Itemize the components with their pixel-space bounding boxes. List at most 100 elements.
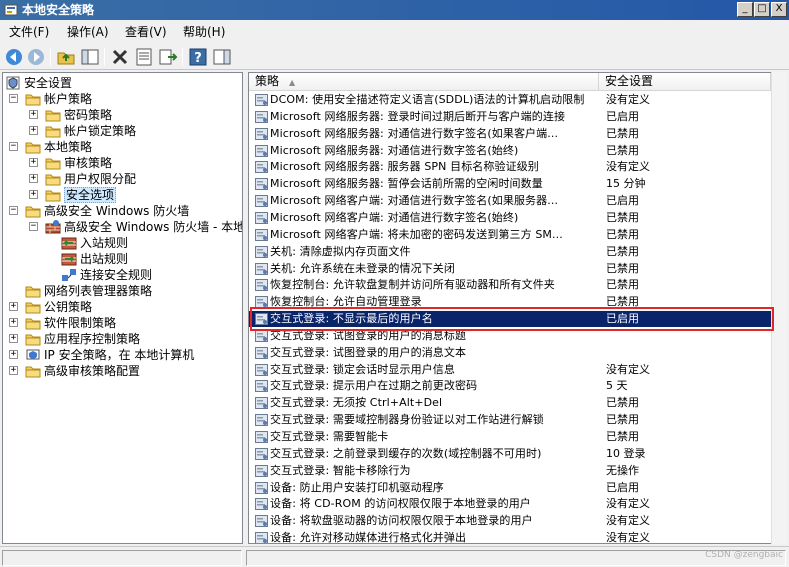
policy-row[interactable]: 设备: 允许对移动媒体进行格式化并弹出 没有定义	[249, 530, 786, 543]
column-header-setting[interactable]: 安全设置	[599, 73, 771, 91]
expand-icon[interactable]: +	[9, 334, 18, 343]
close-button[interactable]: X	[771, 2, 787, 17]
expand-icon[interactable]: +	[29, 110, 38, 119]
policy-row[interactable]: Microsoft 网络服务器: 暂停会话前所需的空闲时间数量 15 分钟	[249, 176, 786, 192]
tree-item[interactable]: + 高级审核策略配置	[3, 363, 242, 379]
help-icon[interactable]: ?	[188, 47, 208, 67]
policy-setting: 已禁用	[606, 413, 639, 427]
tree-item[interactable]: + 帐户锁定策略	[3, 123, 242, 139]
policy-icon	[255, 279, 268, 292]
policy-row[interactable]: 交互式登录: 需要域控制器身份验证以对工作站进行解锁 已禁用	[249, 412, 786, 428]
policy-name: 交互式登录: 试图登录的用户的消息标题	[270, 328, 467, 342]
policy-row[interactable]: 交互式登录: 提示用户在过期之前更改密码 5 天	[249, 378, 786, 394]
policy-row[interactable]: Microsoft 网络客户端: 对通信进行数字签名(始终) 已禁用	[249, 210, 786, 226]
collapse-icon[interactable]: −	[29, 222, 38, 231]
policy-row[interactable]: 设备: 将 CD-ROM 的访问权限仅限于本地登录的用户 没有定义	[249, 496, 786, 512]
properties-icon[interactable]	[134, 47, 154, 67]
maximize-button[interactable]: □	[754, 2, 770, 17]
tree-item[interactable]: + 公钥策略	[3, 299, 242, 315]
policy-setting: 已启用	[606, 312, 639, 326]
forward-arrow-icon[interactable]	[26, 47, 46, 67]
folder-icon	[25, 302, 41, 314]
policy-row[interactable]: 交互式登录: 智能卡移除行为 无操作	[249, 463, 786, 479]
policy-row[interactable]: 关机: 清除虚拟内存页面文件 已禁用	[249, 244, 786, 260]
tree-item[interactable]: − 帐户策略	[3, 91, 242, 107]
policy-row[interactable]: 交互式登录: 试图登录的用户的消息标题	[249, 328, 786, 344]
collapse-icon[interactable]: −	[9, 94, 18, 103]
tree-item[interactable]: 安全设置	[3, 75, 242, 91]
up-folder-icon[interactable]	[56, 47, 76, 67]
policy-row[interactable]: Microsoft 网络客户端: 将未加密的密码发送到第三方 SM... 已禁用	[249, 227, 786, 243]
tree-item[interactable]: + 应用程序控制策略	[3, 331, 242, 347]
policy-row[interactable]: 交互式登录: 无须按 Ctrl+Alt+Del 已禁用	[249, 395, 786, 411]
policy-row[interactable]: 交互式登录: 试图登录的用户的消息文本	[249, 345, 786, 361]
tree-item[interactable]: − 高级安全 Windows 防火墙 - 本地	[3, 219, 242, 235]
policy-row[interactable]: Microsoft 网络服务器: 对通信进行数字签名(如果客户端... 已禁用	[249, 126, 786, 142]
tree-item[interactable]: + 密码策略	[3, 107, 242, 123]
policy-row[interactable]: 关机: 允许系统在未登录的情况下关闭 已禁用	[249, 261, 786, 277]
expand-icon[interactable]: +	[9, 366, 18, 375]
expand-icon[interactable]: +	[9, 318, 18, 327]
tree-item-label: 用户权限分配	[64, 172, 137, 186]
policy-row[interactable]: 交互式登录: 锁定会话时显示用户信息 没有定义	[249, 362, 786, 378]
policy-row[interactable]: 交互式登录: 不显示最后的用户名 已启用	[249, 311, 786, 328]
vertical-scrollbar[interactable]	[771, 72, 787, 544]
policy-row[interactable]: 恢复控制台: 允许自动管理登录 已禁用	[249, 294, 786, 310]
policy-row[interactable]: Microsoft 网络服务器: 对通信进行数字签名(始终) 已禁用	[249, 143, 786, 159]
menu-file[interactable]: 文件(F)	[9, 25, 49, 39]
delete-icon[interactable]	[110, 47, 130, 67]
menu-view[interactable]: 查看(V)	[125, 25, 167, 39]
policy-row[interactable]: 设备: 将软盘驱动器的访问权限仅限于本地登录的用户 没有定义	[249, 513, 786, 529]
policy-name: 交互式登录: 试图登录的用户的消息文本	[270, 345, 467, 359]
tree-item[interactable]: + 用户权限分配	[3, 171, 242, 187]
policy-row[interactable]: 设备: 防止用户安装打印机驱动程序 已启用	[249, 480, 786, 496]
policy-row[interactable]: 交互式登录: 之前登录到缓存的次数(域控制器不可用时) 10 登录	[249, 446, 786, 462]
policy-name: 交互式登录: 之前登录到缓存的次数(域控制器不可用时)	[270, 446, 542, 460]
expand-icon[interactable]: +	[9, 350, 18, 359]
menu-action[interactable]: 操作(A)	[67, 25, 109, 39]
tree-item[interactable]: + 软件限制策略	[3, 315, 242, 331]
policy-row[interactable]: Microsoft 网络服务器: 登录时间过期后断开与客户端的连接 已启用	[249, 109, 786, 125]
expand-icon[interactable]: +	[9, 302, 18, 311]
policy-icon	[255, 329, 268, 342]
title-bar: 本地安全策略 _ □ X	[0, 0, 789, 20]
expand-icon[interactable]: +	[29, 126, 38, 135]
policy-row[interactable]: DCOM: 使用安全描述符定义语言(SDDL)语法的计算机启动限制 没有定义	[249, 92, 786, 108]
tree-item[interactable]: + IP 安全策略，在 本地计算机	[3, 347, 242, 363]
policy-setting: 已启用	[606, 109, 639, 123]
policy-icon	[255, 313, 268, 326]
tree-item[interactable]: − 本地策略	[3, 139, 242, 155]
column-header-policy[interactable]: 策略 ▲	[249, 73, 599, 91]
tree-item[interactable]: 网络列表管理器策略	[3, 283, 242, 299]
tree-item[interactable]: − 高级安全 Windows 防火墙	[3, 203, 242, 219]
tree-item[interactable]: + 审核策略	[3, 155, 242, 171]
expand-icon[interactable]: +	[29, 174, 38, 183]
policy-icon	[255, 178, 268, 191]
console-tree: 安全设置 − 帐户策略 + 密码策略 + 帐户锁定策略 − 本地策略 + 审核策略 + 用户权限分配 + 安…	[2, 72, 243, 544]
collapse-icon[interactable]: −	[9, 206, 18, 215]
tree-item[interactable]: + 安全选项	[3, 187, 242, 203]
tree-item[interactable]: 入站规则	[3, 235, 242, 251]
expand-icon[interactable]: +	[29, 158, 38, 167]
expand-icon[interactable]: +	[29, 190, 38, 199]
policy-row[interactable]: Microsoft 网络服务器: 服务器 SPN 目标名称验证级别 没有定义	[249, 159, 786, 175]
policy-row[interactable]: 交互式登录: 需要智能卡 已禁用	[249, 429, 786, 445]
folder-icon	[25, 286, 41, 298]
collapse-icon[interactable]: −	[9, 142, 18, 151]
policy-icon	[255, 397, 268, 410]
tree-item-label: 高级安全 Windows 防火墙	[44, 204, 190, 218]
minimize-button[interactable]: _	[737, 2, 753, 17]
show-action-pane-icon[interactable]	[212, 47, 232, 67]
tree-item-label: 高级安全 Windows 防火墙 - 本地	[64, 220, 243, 234]
export-list-icon[interactable]	[158, 47, 178, 67]
folder-icon	[25, 318, 41, 330]
column-policy-label: 策略	[255, 74, 280, 88]
tree-item[interactable]: 连接安全规则	[3, 267, 242, 283]
tree-item[interactable]: 出站规则	[3, 251, 242, 267]
policy-row[interactable]: 恢复控制台: 允许软盘复制并访问所有驱动器和所有文件夹 已禁用	[249, 277, 786, 293]
policy-name: Microsoft 网络服务器: 登录时间过期后断开与客户端的连接	[270, 109, 566, 123]
back-arrow-icon[interactable]	[4, 47, 24, 67]
policy-row[interactable]: Microsoft 网络客户端: 对通信进行数字签名(如果服务器... 已启用	[249, 193, 786, 209]
show-hide-tree-icon[interactable]	[80, 47, 100, 67]
menu-help[interactable]: 帮助(H)	[183, 25, 225, 39]
